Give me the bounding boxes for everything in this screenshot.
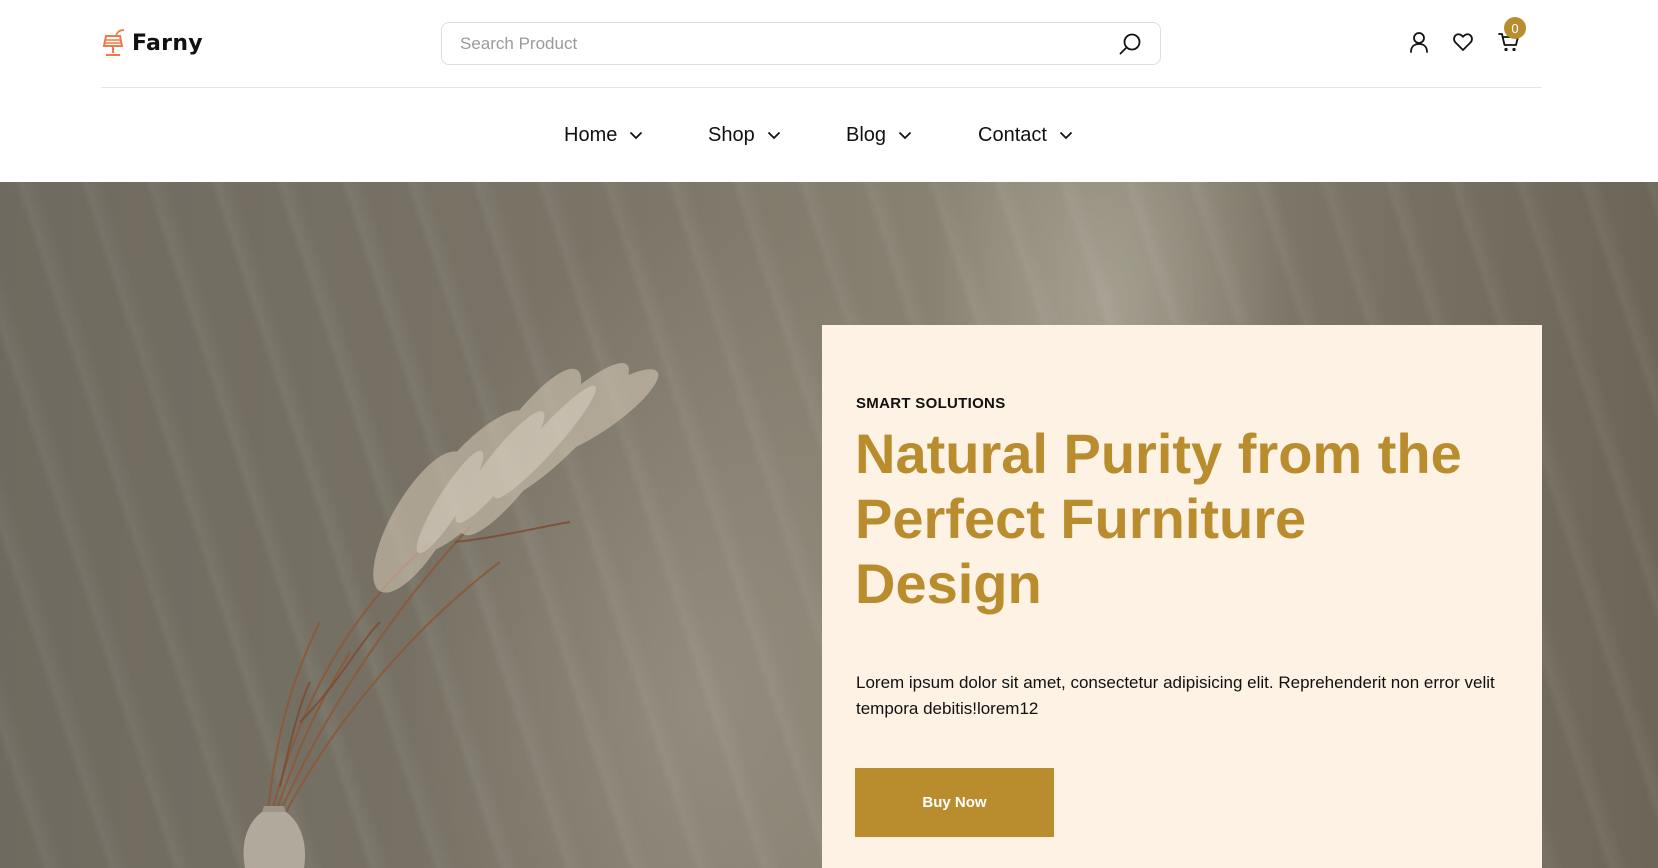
buy-now-button[interactable]: Buy Now: [855, 768, 1054, 837]
main-navigation: Home Shop Blog Contact: [0, 118, 1658, 152]
hero-headline: Natural Purity from the Perfect Furnitur…: [855, 422, 1462, 615]
chevron-down-icon: [630, 131, 643, 140]
nav-item-label: Shop: [708, 123, 755, 146]
nav-item-label: Contact: [978, 123, 1047, 146]
chevron-down-icon: [767, 131, 780, 140]
nav-item-home[interactable]: Home: [564, 118, 643, 152]
user-icon: [1410, 32, 1428, 53]
site-header: Farny 0 Home: [0, 0, 1658, 182]
nav-item-blog[interactable]: Blog: [846, 118, 912, 152]
nav-item-shop[interactable]: Shop: [708, 118, 781, 152]
search-button[interactable]: [1118, 32, 1142, 56]
hero-eyebrow: SMART SOLUTIONS: [856, 395, 1006, 412]
chevron-down-icon: [1059, 131, 1073, 140]
heart-icon: [1453, 33, 1473, 51]
lamp-logo-icon: [102, 29, 125, 56]
nav-item-label: Blog: [846, 123, 887, 146]
brand-name: Farny: [132, 30, 203, 56]
wishlist-button[interactable]: [1451, 30, 1475, 54]
hero-description: Lorem ipsum dolor sit amet, consectetur …: [856, 673, 1495, 718]
search-bar: [441, 22, 1161, 65]
nav-item-label: Home: [564, 123, 618, 146]
account-button[interactable]: [1407, 30, 1431, 54]
hero-card: SMART SOLUTIONS Natural Purity from the …: [822, 325, 1542, 868]
hero-banner: SMART SOLUTIONS Natural Purity from the …: [0, 182, 1658, 868]
search-input[interactable]: [460, 23, 1100, 64]
cart-count-badge: 0: [1504, 17, 1526, 39]
nav-item-contact[interactable]: Contact: [978, 118, 1073, 152]
hero-pampas-vase-image: [243, 363, 659, 868]
search-icon: [1119, 33, 1141, 55]
header-divider: [101, 87, 1542, 88]
brand-logo[interactable]: Farny: [100, 26, 203, 60]
chevron-down-icon: [898, 131, 912, 140]
